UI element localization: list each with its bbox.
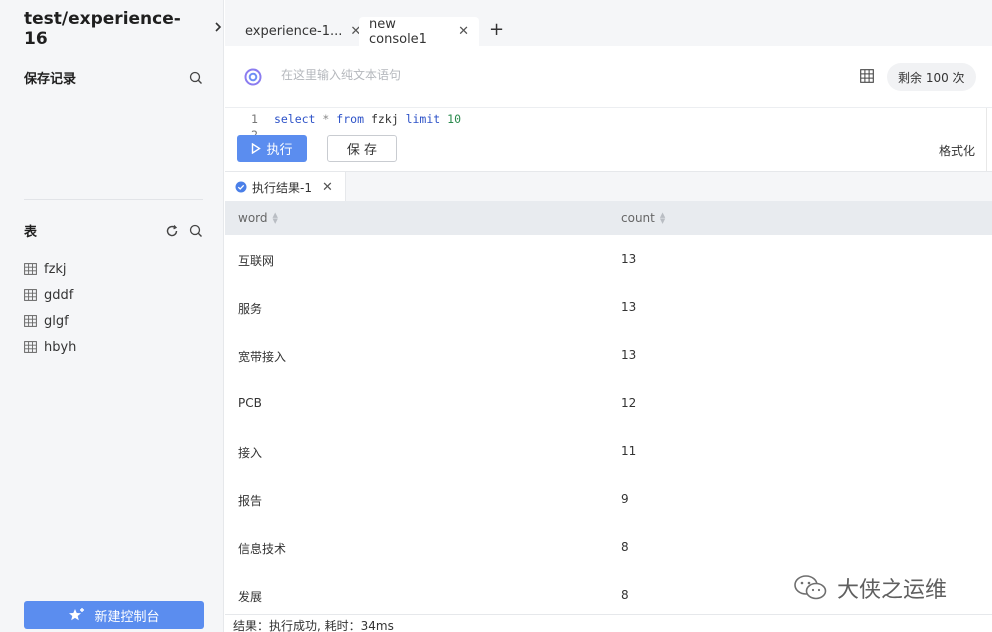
code-token: * xyxy=(322,112,330,126)
column-header-label: count xyxy=(621,211,655,225)
table-row[interactable]: PCB 12 xyxy=(225,379,992,427)
cell-word: 互联网 xyxy=(238,254,275,268)
table-row[interactable]: 信息技术 8 xyxy=(225,523,992,571)
run-button[interactable]: 执行 xyxy=(237,135,307,162)
editor-scrollbar[interactable] xyxy=(986,108,992,171)
code-token: select xyxy=(273,112,316,126)
table-item-fzkj[interactable]: fzkj xyxy=(24,256,76,282)
tab-result-1[interactable]: 执行结果-1 ✕ xyxy=(225,172,346,202)
code-token: fzkj xyxy=(370,112,399,126)
close-icon[interactable]: ✕ xyxy=(322,180,333,195)
watermark-text: 大侠之运维 xyxy=(837,578,948,603)
cell-word: 发展 xyxy=(238,590,263,604)
sql-editor[interactable]: 1 select * from fzkj limit 10 2 执行 保 存 格… xyxy=(225,108,992,171)
sort-icon[interactable]: ▲ ▼ xyxy=(273,212,278,225)
line-number: 1 xyxy=(251,112,258,126)
cell-word: PCB xyxy=(238,396,262,410)
table-item-gddf[interactable]: gddf xyxy=(24,282,76,308)
new-console-button[interactable]: 新建控制台 xyxy=(24,601,204,629)
run-label: 执行 xyxy=(266,143,293,158)
table-item-glgf[interactable]: glgf xyxy=(24,308,76,334)
table-row[interactable]: 报告 9 xyxy=(225,475,992,523)
save-button[interactable]: 保 存 xyxy=(327,135,397,162)
result-tab-label: 执行结果-1 xyxy=(252,180,312,195)
cell-count: 13 xyxy=(621,348,637,362)
table-item-hbyh[interactable]: hbyh xyxy=(24,334,76,360)
code-token: limit xyxy=(405,112,441,126)
tables-label: 表 xyxy=(24,225,38,240)
console-tabbar: experience-1... ✕ new console1 ✕ + xyxy=(225,0,992,47)
tab-new-console1[interactable]: new console1 ✕ xyxy=(359,16,479,47)
table-item-label: gddf xyxy=(44,287,74,303)
search-icon[interactable] xyxy=(189,224,203,238)
code-line-2[interactable]: 2 xyxy=(251,128,267,135)
table-item-label: glgf xyxy=(44,313,69,329)
close-icon[interactable]: ✕ xyxy=(458,24,469,39)
cell-word: 信息技术 xyxy=(238,542,287,556)
sort-icon[interactable]: ▲ ▼ xyxy=(660,212,665,225)
table-row[interactable]: 宽带接入 13 xyxy=(225,331,992,379)
cell-count: 12 xyxy=(621,396,637,410)
cell-word: 宽带接入 xyxy=(238,350,287,364)
table-icon xyxy=(24,289,37,301)
saved-records-label: 保存记录 xyxy=(24,72,77,87)
cell-word: 接入 xyxy=(238,446,263,460)
table-header: word ▲ ▼ count ▲ ▼ xyxy=(225,201,992,235)
table-item-label: hbyh xyxy=(44,339,77,355)
result-tabbar: 执行结果-1 ✕ xyxy=(225,171,992,202)
watermark: 大侠之运维 xyxy=(793,572,947,604)
project-title-text: test/experience-16 xyxy=(24,9,181,49)
refresh-icon[interactable] xyxy=(165,224,179,238)
table-icon xyxy=(24,341,37,353)
column-header-word[interactable]: word ▲ ▼ xyxy=(238,211,278,225)
cell-count: 11 xyxy=(621,444,637,458)
new-console-label: 新建控制台 xyxy=(94,609,160,625)
table-row[interactable]: 服务 13 xyxy=(225,283,992,331)
check-circle-icon xyxy=(235,181,247,193)
sidebar-divider xyxy=(24,199,203,200)
saved-records-header: 保存记录 xyxy=(24,68,203,87)
prompt-input[interactable] xyxy=(281,68,801,82)
table-row[interactable]: 接入 11 xyxy=(225,427,992,475)
search-icon[interactable] xyxy=(189,71,203,85)
line-number: 2 xyxy=(251,128,258,135)
code-line-1[interactable]: 1 select * from fzkj limit 10 xyxy=(251,112,461,126)
star-plus-icon xyxy=(69,608,85,621)
cell-count: 9 xyxy=(621,492,629,506)
cell-count: 8 xyxy=(621,540,629,554)
table-row[interactable]: 互联网 13 xyxy=(225,235,992,283)
table-view-icon[interactable] xyxy=(860,69,874,83)
cell-count: 13 xyxy=(621,252,637,266)
format-button[interactable]: 格式化 xyxy=(939,142,975,159)
tab-label: experience-1... xyxy=(245,24,343,39)
tables-header: 表 xyxy=(24,221,203,240)
cell-count: 13 xyxy=(621,300,637,314)
tab-label: new console1 xyxy=(369,16,427,47)
add-tab-icon[interactable]: + xyxy=(489,19,504,40)
table-icon xyxy=(24,263,37,275)
wechat-icon xyxy=(794,575,827,600)
code-token: from xyxy=(336,112,364,126)
cell-word: 报告 xyxy=(238,494,263,508)
table-item-label: fzkj xyxy=(44,261,67,277)
table-icon xyxy=(24,315,37,327)
remaining-quota-badge: 剩余 100 次 xyxy=(887,63,976,91)
table-list: fzkj gddf glgf hbyh xyxy=(24,256,76,360)
results-table: word ▲ ▼ count ▲ ▼ 互联网 13 服务 13 宽带接入 13 PCB 12… xyxy=(225,201,992,619)
chevron-right-icon[interactable] xyxy=(213,21,223,37)
cell-count: 8 xyxy=(621,588,629,602)
column-header-label: word xyxy=(238,211,268,225)
sidebar: test/experience-16 保存记录 表 fzkj gddf glgf xyxy=(0,0,224,632)
ai-prompt-bar: 剩余 100 次 xyxy=(225,46,992,108)
project-title[interactable]: test/experience-16 xyxy=(24,9,223,49)
status-bar: 结果：执行成功, 耗时：34ms xyxy=(225,614,992,632)
code-token: 10 xyxy=(447,112,461,126)
tab-experience[interactable]: experience-1... ✕ xyxy=(235,17,371,46)
cell-word: 服务 xyxy=(238,302,263,316)
ai-assistant-icon[interactable] xyxy=(244,68,262,86)
column-header-count[interactable]: count ▲ ▼ xyxy=(621,211,665,225)
play-icon xyxy=(252,143,262,154)
